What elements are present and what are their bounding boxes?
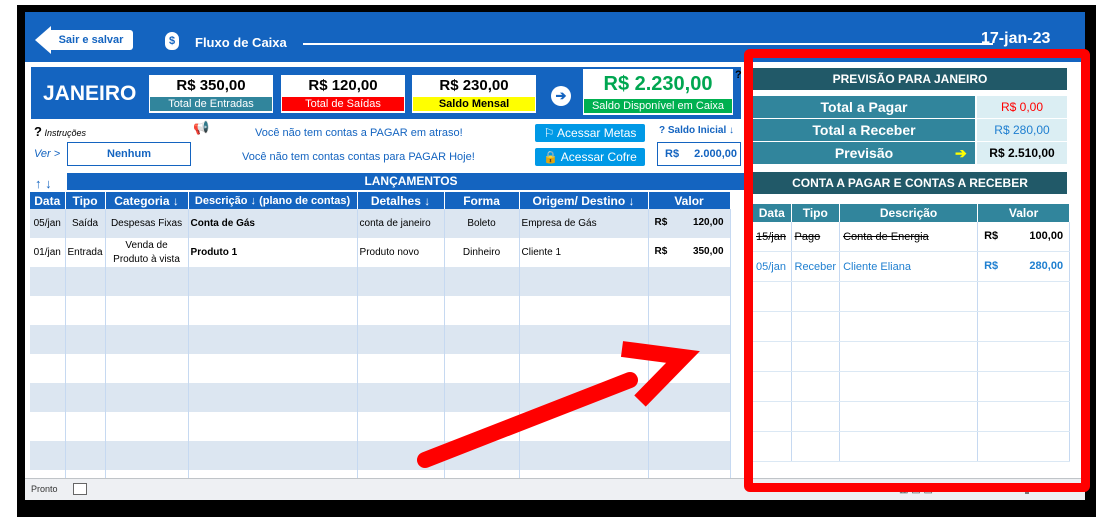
annotation-arrow-shaft [417,372,638,468]
annotation-arrow [417,341,700,468]
